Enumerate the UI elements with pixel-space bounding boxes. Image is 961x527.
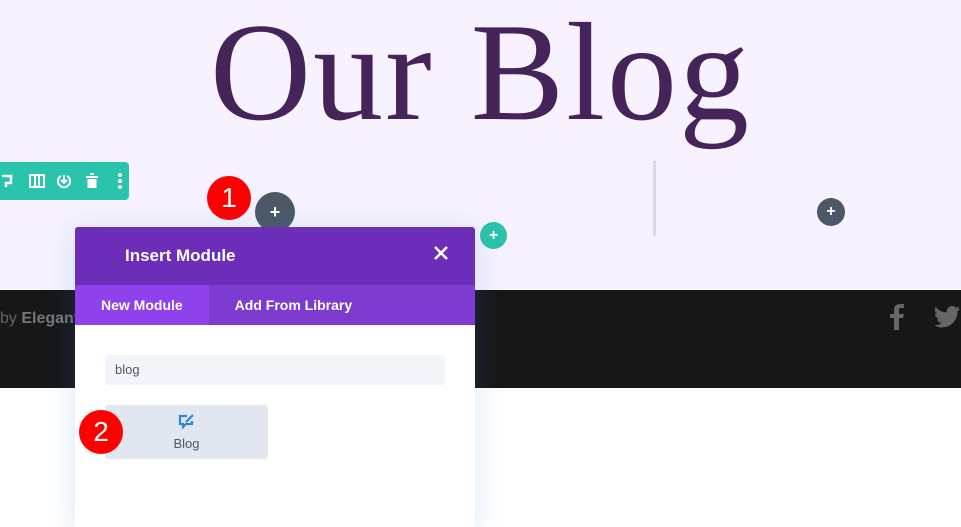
modal-title: Insert Module xyxy=(125,246,236,265)
step-marker-2: 2 xyxy=(79,410,123,454)
page-title: Our Blog xyxy=(210,0,751,150)
facebook-icon[interactable] xyxy=(889,304,907,330)
step-marker-1: 1 xyxy=(207,176,251,220)
tab-add-from-library[interactable]: Add From Library xyxy=(209,285,378,325)
tab-new-module[interactable]: New Module xyxy=(75,285,209,325)
column-divider xyxy=(653,161,656,236)
more-icon[interactable] xyxy=(111,172,129,190)
twitter-icon[interactable] xyxy=(933,306,961,328)
save-icon[interactable] xyxy=(56,172,74,190)
plus-icon: + xyxy=(826,203,836,220)
insert-module-modal: Insert Module New Module Add From Librar… xyxy=(75,227,475,527)
plus-icon: + xyxy=(488,226,499,244)
trash-icon[interactable] xyxy=(83,172,101,190)
add-module-button-column2[interactable]: + xyxy=(817,198,845,226)
module-label: Blog xyxy=(173,436,200,451)
modal-tabs: New Module Add From Library xyxy=(75,285,475,325)
columns-icon[interactable] xyxy=(28,172,46,190)
plus-icon: + xyxy=(269,201,281,222)
add-module-button[interactable]: + xyxy=(255,192,295,232)
duplicate-icon[interactable] xyxy=(0,172,18,190)
row-toolbar xyxy=(0,162,129,200)
footer-credit: by Elegant xyxy=(0,310,79,328)
credit-brand[interactable]: Elegant xyxy=(21,310,79,327)
credit-prefix: by xyxy=(0,310,17,327)
close-icon[interactable] xyxy=(433,245,449,261)
modal-header: Insert Module xyxy=(75,227,475,285)
blog-icon xyxy=(178,414,194,430)
module-search-input[interactable]: blog xyxy=(105,355,445,385)
module-blog[interactable]: Blog xyxy=(105,405,268,459)
add-row-button[interactable]: + xyxy=(480,222,507,249)
